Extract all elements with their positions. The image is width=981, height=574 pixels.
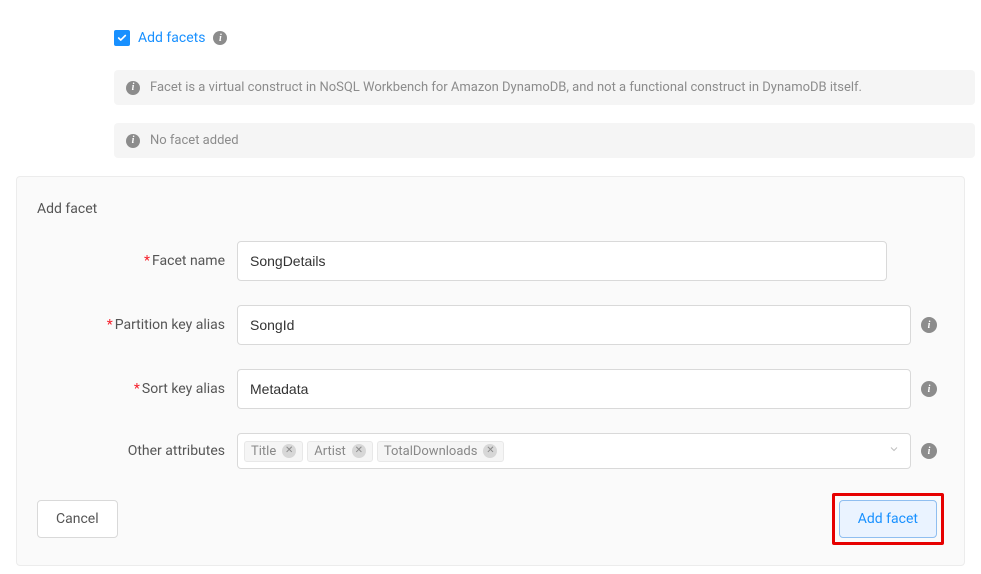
facet-name-label: *Facet name (37, 253, 237, 269)
info-icon[interactable]: i (921, 381, 937, 397)
panel-button-row: Cancel Add facet (37, 493, 944, 545)
attribute-tag-label: Artist (314, 444, 346, 459)
info-icon: i (126, 134, 140, 148)
other-attributes-row: Other attributes Title ✕ Artist ✕ TotalD… (37, 433, 944, 469)
panel-title: Add facet (37, 201, 944, 217)
info-icon[interactable]: i (921, 317, 937, 333)
add-facet-button[interactable]: Add facet (839, 500, 937, 538)
add-facet-highlight: Add facet (832, 493, 944, 545)
add-facets-checkbox[interactable] (114, 30, 130, 46)
remove-tag-icon[interactable]: ✕ (483, 444, 497, 458)
add-facet-panel: Add facet *Facet name *Partition key ali… (16, 176, 965, 566)
chevron-down-icon (888, 443, 900, 459)
remove-tag-icon[interactable]: ✕ (282, 444, 296, 458)
partition-key-row: *Partition key alias i (37, 305, 944, 345)
info-icon[interactable]: i (921, 443, 937, 459)
facet-name-input[interactable] (237, 241, 887, 281)
cancel-button[interactable]: Cancel (37, 500, 118, 538)
sort-key-row: *Sort key alias i (37, 369, 944, 409)
attribute-tag: TotalDownloads ✕ (377, 441, 505, 462)
no-facet-bar: i No facet added (114, 123, 975, 158)
no-facet-text: No facet added (150, 133, 239, 148)
attribute-tag-label: TotalDownloads (384, 444, 478, 459)
sort-key-label: *Sort key alias (37, 381, 237, 397)
partition-key-input[interactable] (237, 305, 911, 345)
facet-description-bar: i Facet is a virtual construct in NoSQL … (114, 70, 975, 105)
other-attributes-select[interactable]: Title ✕ Artist ✕ TotalDownloads ✕ (237, 433, 911, 469)
facet-description-text: Facet is a virtual construct in NoSQL Wo… (150, 80, 862, 95)
sort-key-input[interactable] (237, 369, 911, 409)
check-icon (117, 33, 127, 43)
facet-name-row: *Facet name (37, 241, 944, 281)
info-icon: i (126, 81, 140, 95)
partition-key-label: *Partition key alias (37, 317, 237, 333)
add-facets-toggle-row: Add facets i (114, 30, 981, 46)
attribute-tag-label: Title (251, 444, 276, 459)
attribute-tag: Artist ✕ (307, 441, 373, 462)
other-attributes-label: Other attributes (37, 443, 237, 459)
add-facets-label[interactable]: Add facets (138, 30, 205, 46)
info-icon[interactable]: i (213, 31, 227, 45)
remove-tag-icon[interactable]: ✕ (352, 444, 366, 458)
attribute-tag: Title ✕ (244, 441, 303, 462)
